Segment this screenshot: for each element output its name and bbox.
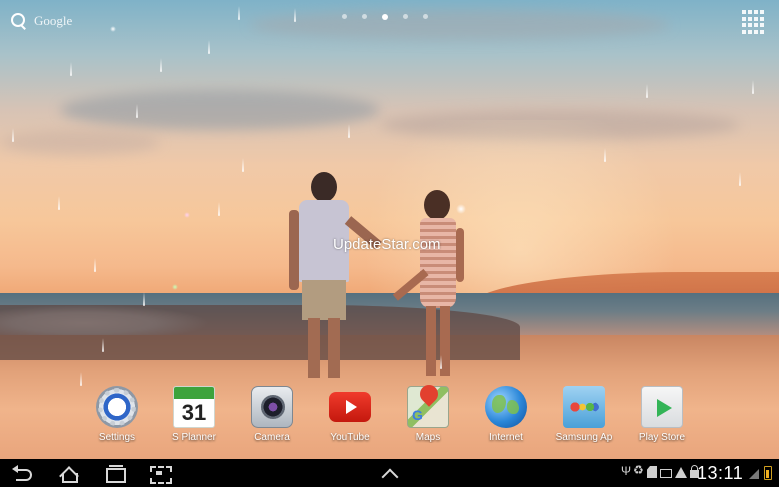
raindrop	[58, 196, 60, 210]
google-search-bar[interactable]: Google	[10, 12, 72, 30]
raindrop	[12, 128, 14, 142]
app-settings[interactable]: Settings	[79, 386, 155, 443]
sd-card-icon	[647, 466, 657, 478]
recent-apps-icon[interactable]	[103, 464, 127, 483]
raindrop	[440, 355, 442, 369]
raindrop	[94, 258, 96, 272]
app-camera[interactable]: Camera	[234, 386, 310, 443]
calendar-date: 31	[181, 400, 207, 425]
man-silhouette	[286, 170, 382, 385]
settings-icon	[96, 386, 138, 428]
notification-icons[interactable]	[621, 463, 699, 478]
maps-icon	[407, 386, 449, 428]
app-label: Play Store	[638, 432, 686, 443]
usb-icon	[621, 464, 631, 478]
page-indicator	[342, 14, 428, 20]
app-label: S Planner	[172, 432, 216, 443]
samsung-apps-icon	[563, 386, 605, 428]
globe-icon	[485, 386, 527, 428]
raindrop	[294, 8, 296, 22]
man-head	[311, 172, 337, 202]
raindrop	[143, 292, 145, 306]
woman-leg	[426, 306, 436, 376]
camera-icon	[251, 386, 293, 428]
raindrop	[752, 80, 754, 94]
app-s-planner[interactable]: 31 S Planner	[156, 386, 232, 443]
up-arrow-icon[interactable]	[378, 464, 402, 482]
signal-icon	[749, 469, 759, 479]
app-label: Samsung Ap	[555, 432, 613, 443]
play-store-icon	[641, 386, 683, 428]
mail-icon	[660, 468, 672, 478]
raindrop	[102, 338, 104, 352]
man-leg	[328, 318, 340, 378]
watermark-text: UpdateStar.com	[333, 236, 441, 253]
cloud	[250, 10, 670, 40]
raindrop	[348, 124, 350, 138]
raindrop	[739, 172, 741, 186]
app-label: Camera	[254, 432, 290, 443]
raindrop	[160, 58, 162, 72]
man-leg	[308, 318, 320, 378]
woman-silhouette	[392, 188, 472, 383]
sparkle	[456, 204, 466, 214]
dock: Settings 31 S Planner Camera YouTube Map…	[0, 386, 779, 446]
battery-charging-icon	[764, 466, 772, 480]
app-maps[interactable]: Maps	[390, 386, 466, 443]
raindrop	[242, 158, 244, 172]
cloud	[60, 90, 380, 130]
app-label: Settings	[98, 432, 136, 443]
raindrop	[70, 62, 72, 76]
raindrop	[646, 84, 648, 98]
raindrop	[218, 202, 220, 216]
man-arm	[289, 210, 299, 290]
status-clock[interactable]: 13:11	[697, 463, 743, 484]
sparkle	[110, 26, 116, 32]
man-shorts	[302, 280, 346, 320]
back-icon[interactable]	[12, 464, 36, 482]
page-dot	[362, 14, 367, 19]
woman-dress	[420, 218, 456, 308]
calendar-icon: 31	[173, 386, 215, 428]
app-label: YouTube	[330, 432, 370, 443]
page-dot	[423, 14, 428, 19]
apps-grid-icon[interactable]	[742, 10, 766, 34]
woman-head	[424, 190, 450, 220]
recycle-icon	[633, 463, 644, 478]
warning-icon	[675, 466, 687, 478]
home-screen: Google UpdateStar.com Settings 31 S Plan…	[0, 0, 779, 459]
woman-arm	[456, 228, 464, 282]
sparkle	[172, 284, 178, 290]
screenshot-icon[interactable]	[148, 464, 172, 484]
raindrop	[136, 104, 138, 118]
raindrop	[604, 148, 606, 162]
app-youtube[interactable]: YouTube	[312, 386, 388, 443]
youtube-icon	[329, 392, 371, 422]
search-icon	[10, 12, 28, 30]
page-dot	[403, 14, 408, 19]
home-icon[interactable]	[57, 464, 81, 483]
cloud	[0, 130, 160, 155]
raindrop	[238, 6, 240, 20]
app-internet[interactable]: Internet	[468, 386, 544, 443]
sparkle	[184, 212, 190, 218]
app-label: Maps	[415, 432, 441, 443]
page-dot	[342, 14, 347, 19]
app-play-store[interactable]: Play Store	[624, 386, 700, 443]
raindrop	[208, 40, 210, 54]
google-label: Google	[34, 13, 73, 28]
page-dot-active	[382, 14, 388, 20]
raindrop	[80, 372, 82, 386]
app-samsung-apps[interactable]: Samsung Ap	[546, 386, 622, 443]
app-label: Internet	[489, 432, 523, 443]
